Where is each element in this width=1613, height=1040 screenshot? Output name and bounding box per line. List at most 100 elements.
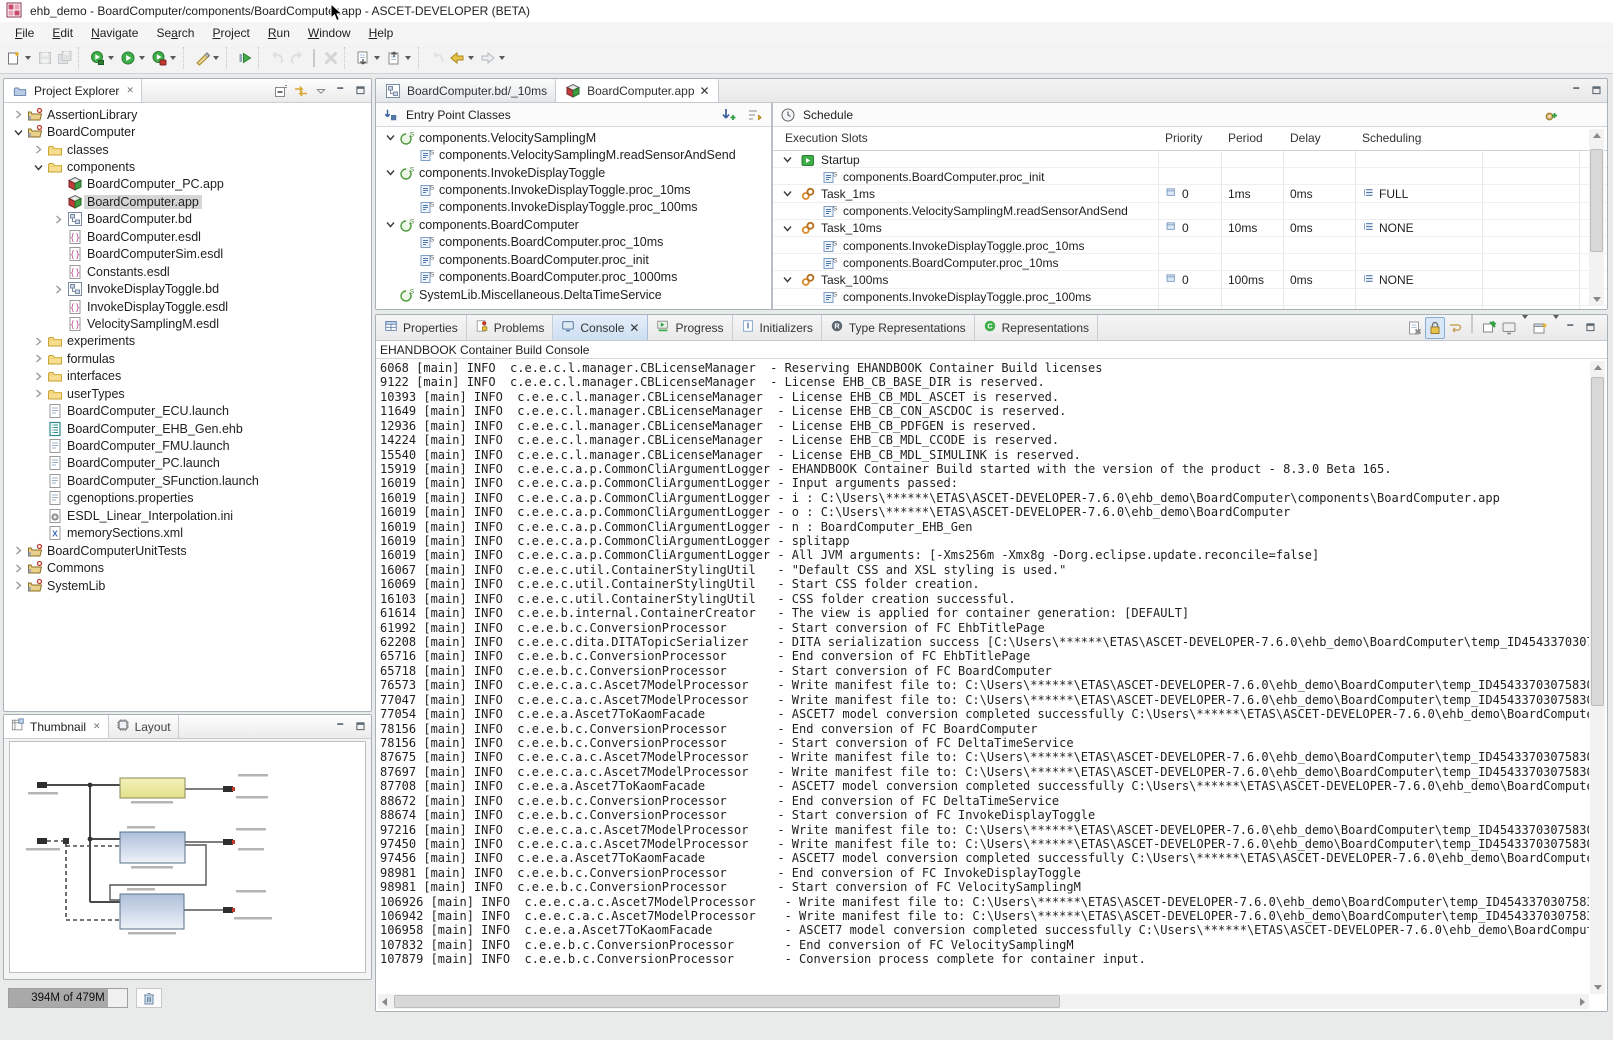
entry-point-row[interactable]: Scomponents.VelocitySamplingM [376,129,771,146]
entry-point-row[interactable]: Scomponents.BoardComputer.proc_init [376,251,771,268]
menu-run[interactable]: Run [259,24,299,42]
open-console-button[interactable] [1530,317,1550,339]
tab-properties[interactable]: Properties [376,315,467,340]
garbage-collect-button[interactable] [136,988,162,1008]
close-icon[interactable]: ✕ [93,721,101,732]
add-task-button[interactable] [1541,104,1561,126]
schedule-column-header[interactable]: Delay [1290,131,1321,145]
explorer-item-row[interactable]: {}BoardComputerSim.esdl [4,246,371,263]
collapse-icon[interactable] [779,155,795,164]
collapse-icon[interactable] [779,189,795,198]
tab-thumbnail[interactable]: Thumbnail✕ [4,715,109,738]
explorer-item-row[interactable]: BoardComputer_SFunction.launch [4,472,371,489]
expand-icon[interactable] [50,285,66,294]
explorer-item-row[interactable]: userTypes [4,385,371,402]
explorer-item-row[interactable]: experiments [4,333,371,350]
explorer-item-row[interactable]: interfaces [4,368,371,385]
pin-console-button[interactable] [1479,317,1499,339]
forward-button[interactable] [478,46,509,70]
link-with-editor-button[interactable] [291,80,311,102]
editor-tab[interactable]: BoardComputer.bd/_10ms [376,79,556,102]
new-button[interactable] [4,46,35,70]
tab-progress[interactable]: Progress [648,315,732,340]
expand-icon[interactable] [10,546,26,555]
close-icon[interactable]: ✕ [629,321,639,335]
expand-icon[interactable] [10,564,26,573]
minimize-button[interactable] [331,80,351,102]
tab-layout[interactable]: Layout [109,715,179,738]
maximize-button[interactable] [351,80,371,102]
expand-icon[interactable] [30,337,46,346]
schedule-column-header[interactable]: Scheduling [1362,131,1421,145]
maximize-button[interactable] [351,716,371,738]
collapse-icon[interactable] [30,163,46,172]
tab-project-explorer[interactable]: Project Explorer ✕ [4,79,142,102]
explorer-item-row[interactable]: formulas [4,350,371,367]
collapse-icon[interactable] [382,220,398,229]
add-entry-point-button[interactable] [719,104,739,126]
maximize-button[interactable] [1587,80,1607,102]
clear-console-button[interactable] [1405,317,1425,339]
entry-point-row[interactable]: SSystemLib.Miscellaneous.DeltaTimeServic… [376,286,771,303]
close-icon[interactable]: ✕ [126,85,134,96]
collapse-icon[interactable] [779,275,795,284]
collapse-all-button[interactable] [271,80,291,102]
minimize-button[interactable] [331,716,351,738]
heap-gauge[interactable]: 394M of 479M [8,988,128,1008]
menu-navigate[interactable]: Navigate [82,24,147,42]
schedule-vertical-scrollbar[interactable] [1589,129,1604,306]
schedule-row[interactable]: Startup [773,151,1607,168]
explorer-item-row[interactable]: AssertionLibrary [4,106,371,123]
explorer-item-row[interactable]: BoardComputer_PC.app [4,176,371,193]
explorer-item-row[interactable]: BoardComputer.bd [4,211,371,228]
schedule-column-header[interactable]: Period [1228,131,1263,145]
schedule-row[interactable]: Scomponents.InvokeDisplayToggle.proc_100… [773,289,1607,306]
console-output[interactable]: 6068 [main] INFO c.e.e.c.l.manager.CBLic… [380,361,1589,994]
schedule-row[interactable]: Scomponents.BoardComputer.proc_10ms [773,254,1607,271]
thumbnail-diagram[interactable] [9,741,366,973]
expand-icon[interactable] [10,581,26,590]
tab-initializers[interactable]: IInitializers [733,315,822,340]
explorer-item-row[interactable]: XmemorySections.xml [4,525,371,542]
explorer-item-row[interactable]: cgenoptions.properties [4,490,371,507]
schedule-column-header[interactable]: Execution Slots [785,131,868,145]
console-horizontal-scrollbar[interactable] [378,994,1589,1009]
scroll-lock-button[interactable] [1425,317,1445,339]
console-vertical-scrollbar[interactable] [1590,361,1605,994]
tab-problems[interactable]: Problems [467,315,554,340]
explorer-item-row[interactable]: BoardComputer_EHB_Gen.ehb [4,420,371,437]
explorer-item-row[interactable]: BoardComputer.app [4,193,371,210]
explorer-item-row[interactable]: {}InvokeDisplayToggle.esdl [4,298,371,315]
expand-icon[interactable] [50,215,66,224]
run-external-button[interactable] [149,46,180,70]
editor-tab[interactable]: BoardComputer.app✕ [556,79,718,102]
menu-help[interactable]: Help [360,24,403,42]
word-wrap-button[interactable] [1445,317,1465,339]
explorer-item-row[interactable]: {}BoardComputer.esdl [4,228,371,245]
expand-icon[interactable] [30,372,46,381]
entry-point-row[interactable]: Scomponents.InvokeDisplayToggle.proc_10m… [376,181,771,198]
view-menu-button[interactable] [311,80,331,102]
explorer-item-row[interactable]: BoardComputer [4,123,371,140]
explorer-item-row[interactable]: Commons [4,559,371,576]
expand-icon[interactable] [30,389,46,398]
minimize-button[interactable] [1561,317,1581,339]
explorer-item-row[interactable]: InvokeDisplayToggle.bd [4,280,371,297]
explorer-item-row[interactable]: classes [4,141,371,158]
explorer-item-row[interactable]: BoardComputer_ECU.launch [4,402,371,419]
explorer-item-row[interactable]: ESDL_Linear_Interpolation.ini [4,507,371,524]
expand-icon[interactable] [30,354,46,363]
menu-edit[interactable]: Edit [43,24,82,42]
expand-icon[interactable] [30,145,46,154]
entry-point-row[interactable]: Scomponents.VelocitySamplingM.readSensor… [376,146,771,163]
explorer-item-row[interactable]: BoardComputer_PC.launch [4,455,371,472]
run-config-button[interactable] [87,46,118,70]
schedule-row[interactable]: Scomponents.VelocitySamplingM.readSensor… [773,203,1607,220]
next-annotation-button[interactable] [353,46,384,70]
schedule-row[interactable]: Task_10ms010ms0msNONE [773,220,1607,237]
tab-console[interactable]: Console✕ [553,315,648,340]
collapse-icon[interactable] [382,133,398,142]
format-pen-button[interactable] [192,46,223,70]
filter-entries-button[interactable] [745,104,765,126]
display-console-button[interactable] [1499,317,1519,339]
